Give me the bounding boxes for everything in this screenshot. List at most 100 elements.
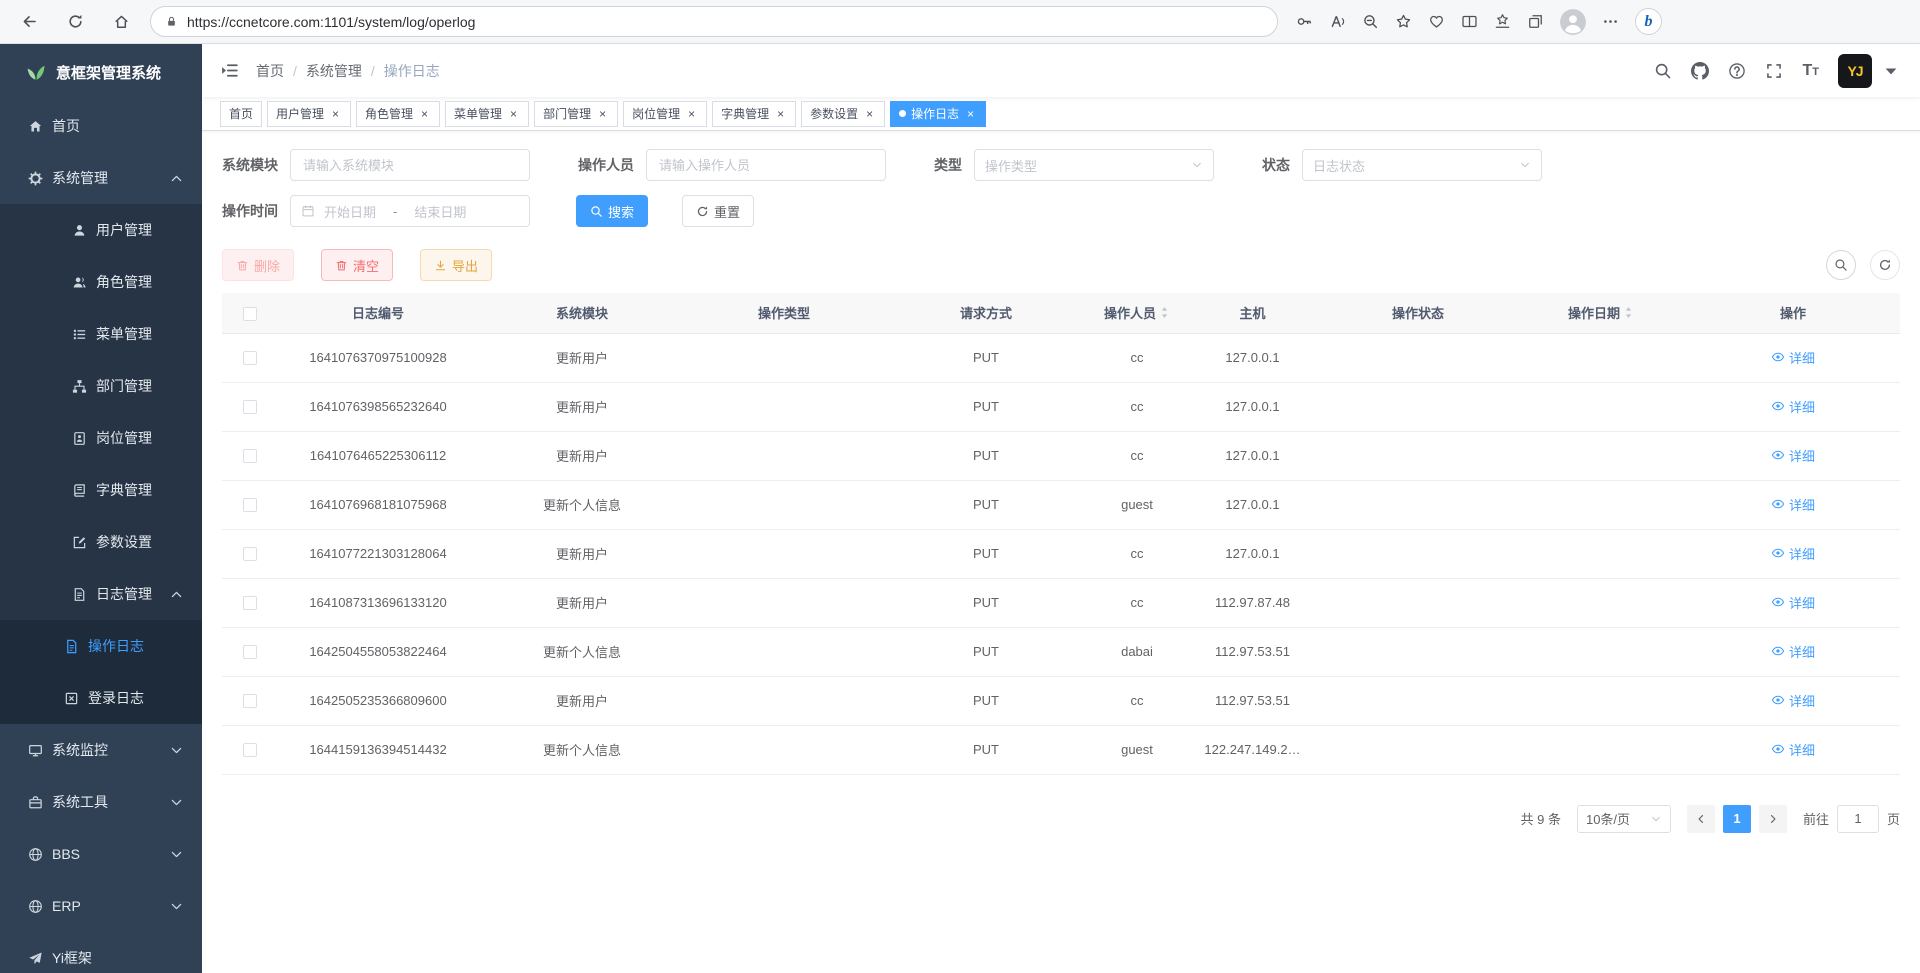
avatar-caret-icon[interactable] [1882, 62, 1900, 80]
row-checkbox[interactable] [243, 645, 257, 659]
tab-close-icon[interactable]: × [685, 108, 698, 120]
tab-param[interactable]: 参数设置× [801, 101, 885, 127]
detail-link[interactable]: 详细 [1771, 446, 1815, 465]
page-size-select[interactable]: 10条/页 [1577, 805, 1671, 833]
sidebar-item-tools[interactable]: 系统工具 [0, 776, 202, 828]
sidebar-item-dept[interactable]: 部门管理 [0, 360, 202, 412]
favorites-bar-icon[interactable] [1494, 13, 1511, 30]
browser-essentials-icon[interactable] [1428, 13, 1445, 30]
detail-link[interactable]: 详细 [1771, 348, 1815, 367]
sidebar-item-post[interactable]: 岗位管理 [0, 412, 202, 464]
tab-home[interactable]: 首页 [220, 101, 262, 127]
sidebar-item-menu[interactable]: 菜单管理 [0, 308, 202, 360]
date-range-picker[interactable]: 开始日期 - 结束日期 [290, 195, 530, 227]
tab-menu[interactable]: 菜单管理× [445, 101, 529, 127]
browser-home-icon[interactable] [106, 7, 136, 37]
read-aloud-icon[interactable] [1329, 13, 1346, 30]
zoom-out-icon[interactable] [1362, 13, 1379, 30]
operator-input[interactable] [646, 149, 886, 181]
detail-link[interactable]: 详细 [1771, 397, 1815, 416]
prev-page-button[interactable] [1687, 805, 1715, 833]
export-button[interactable]: 导出 [420, 249, 492, 281]
sidebar-item-dict[interactable]: 字典管理 [0, 464, 202, 516]
goto-page-input[interactable] [1837, 805, 1879, 833]
select-all-checkbox[interactable] [243, 307, 257, 321]
font-size-icon[interactable]: TT [1802, 63, 1819, 79]
sidebar-item-system[interactable]: 系统管理 [0, 152, 202, 204]
search-button[interactable]: 搜索 [576, 195, 648, 227]
row-checkbox[interactable] [243, 547, 257, 561]
tab-close-icon[interactable]: × [329, 108, 342, 120]
tab-post[interactable]: 岗位管理× [623, 101, 707, 127]
status-select[interactable]: 日志状态 [1302, 149, 1542, 181]
tab-close-icon[interactable]: × [774, 108, 787, 120]
sort-icons[interactable] [1623, 305, 1634, 320]
clear-button[interactable]: 清空 [321, 249, 393, 281]
hamburger-icon[interactable] [220, 61, 239, 80]
type-select[interactable]: 操作类型 [974, 149, 1214, 181]
column-header-operator[interactable]: 操作人员 [1089, 293, 1185, 333]
detail-link[interactable]: 详细 [1771, 544, 1815, 563]
sidebar-item-operlog[interactable]: 操作日志 [0, 620, 202, 672]
row-checkbox[interactable] [243, 596, 257, 610]
row-checkbox[interactable] [243, 694, 257, 708]
back-icon[interactable] [14, 7, 44, 37]
bing-icon[interactable]: b [1635, 8, 1662, 35]
sidebar-item-home[interactable]: 首页 [0, 100, 202, 152]
breadcrumb-item-1[interactable]: 系统管理 [306, 61, 362, 81]
row-checkbox[interactable] [243, 449, 257, 463]
tab-close-icon[interactable]: × [596, 108, 609, 120]
detail-link[interactable]: 详细 [1771, 593, 1815, 612]
sidebar-item-yi[interactable]: Yi框架 [0, 932, 202, 973]
sidebar-item-monitor[interactable]: 系统监控 [0, 724, 202, 776]
browser-profile-avatar[interactable] [1560, 9, 1586, 35]
address-bar[interactable]: https://ccnetcore.com:1101/system/log/op… [150, 6, 1278, 37]
tab-dept[interactable]: 部门管理× [534, 101, 618, 127]
next-page-button[interactable] [1759, 805, 1787, 833]
sidebar-item-loginlog[interactable]: 登录日志 [0, 672, 202, 724]
tab-close-icon[interactable]: × [418, 108, 431, 120]
column-header-date[interactable]: 操作日期 [1516, 293, 1686, 333]
favorites-icon[interactable] [1395, 13, 1412, 30]
sidebar-item-param[interactable]: 参数设置 [0, 516, 202, 568]
password-icon[interactable] [1296, 13, 1313, 30]
tab-role[interactable]: 角色管理× [356, 101, 440, 127]
collections-icon[interactable] [1527, 13, 1544, 30]
tab-close-icon[interactable]: × [863, 108, 876, 120]
refresh-table-button[interactable] [1870, 250, 1900, 280]
sort-icons[interactable] [1159, 305, 1170, 320]
module-input[interactable] [290, 149, 530, 181]
page-number-button[interactable]: 1 [1723, 805, 1751, 833]
sidebar-item-user[interactable]: 用户管理 [0, 204, 202, 256]
detail-link[interactable]: 详细 [1771, 691, 1815, 710]
breadcrumb-item-0[interactable]: 首页 [256, 61, 284, 81]
app-logo[interactable]: 意框架管理系统 [0, 44, 202, 100]
detail-link[interactable]: 详细 [1771, 642, 1815, 661]
row-checkbox[interactable] [243, 400, 257, 414]
tab-dict[interactable]: 字典管理× [712, 101, 796, 127]
github-icon[interactable] [1691, 62, 1709, 80]
sidebar-item-role[interactable]: 角色管理 [0, 256, 202, 308]
delete-button[interactable]: 删除 [222, 249, 294, 281]
sidebar-item-log[interactable]: 日志管理 [0, 568, 202, 620]
detail-link[interactable]: 详细 [1771, 740, 1815, 759]
tab-close-icon[interactable]: × [964, 108, 977, 120]
help-icon[interactable] [1728, 62, 1746, 80]
avatar[interactable]: YJ [1838, 54, 1872, 88]
detail-link[interactable]: 详细 [1771, 495, 1815, 514]
split-screen-icon[interactable] [1461, 13, 1478, 30]
reload-icon[interactable] [60, 7, 90, 37]
header-search-icon[interactable] [1654, 62, 1672, 80]
row-checkbox[interactable] [243, 498, 257, 512]
more-options-icon[interactable] [1602, 13, 1619, 30]
sidebar-item-bbs[interactable]: BBS [0, 828, 202, 880]
row-checkbox[interactable] [243, 743, 257, 757]
row-checkbox[interactable] [243, 351, 257, 365]
tab-user[interactable]: 用户管理× [267, 101, 351, 127]
toggle-search-button[interactable] [1826, 250, 1856, 280]
fullscreen-icon[interactable] [1765, 62, 1783, 80]
sidebar-item-erp[interactable]: ERP [0, 880, 202, 932]
tab-close-icon[interactable]: × [507, 108, 520, 120]
reset-button[interactable]: 重置 [682, 195, 754, 227]
tab-operlog[interactable]: 操作日志× [890, 101, 986, 127]
